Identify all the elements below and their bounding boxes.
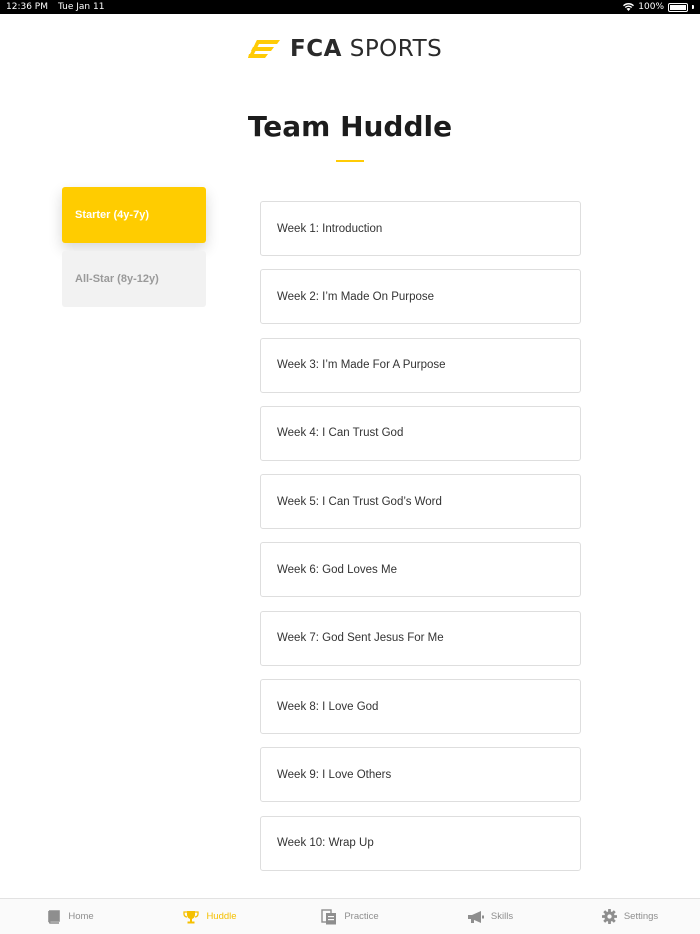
week-item-2[interactable]: Week 2: I’m Made On Purpose bbox=[260, 269, 581, 325]
week-item-9[interactable]: Week 9: I Love Others bbox=[260, 747, 581, 803]
tab-home[interactable]: Home bbox=[0, 899, 140, 934]
clipboard-icon bbox=[321, 908, 337, 924]
battery-tip bbox=[692, 5, 694, 9]
trophy-icon bbox=[183, 910, 200, 923]
tab-home-label: Home bbox=[68, 911, 94, 922]
week-item-7[interactable]: Week 7: God Sent Jesus For Me bbox=[260, 610, 581, 666]
gear-icon bbox=[601, 909, 617, 924]
week-item-3[interactable]: Week 3: I’m Made For A Purpose bbox=[260, 337, 581, 393]
week-item-6[interactable]: Week 6: God Loves Me bbox=[260, 542, 581, 598]
bottom-tab-bar: Home Huddle Practice Skills Settings bbox=[0, 898, 700, 934]
tab-skills[interactable]: Skills bbox=[420, 899, 560, 934]
logo-wordmark: FCA SPORTS bbox=[290, 36, 442, 62]
week-item-1[interactable]: Week 1: Introduction bbox=[260, 201, 581, 256]
fca-logo-mark-icon bbox=[248, 40, 280, 58]
fca-sports-logo: FCA SPORTS bbox=[248, 36, 442, 62]
week-item-8[interactable]: Week 8: I Love God bbox=[260, 679, 581, 735]
book-icon bbox=[48, 909, 61, 924]
tab-settings-label: Settings bbox=[623, 911, 659, 922]
megaphone-icon bbox=[467, 910, 484, 923]
tab-practice[interactable]: Practice bbox=[280, 899, 420, 934]
week-item-5[interactable]: Week 5: I Can Trust God’s Word bbox=[260, 474, 581, 530]
tab-huddle-label: Huddle bbox=[206, 911, 237, 922]
status-bar: 12:36 PM Tue Jan 11 100% bbox=[0, 0, 700, 14]
title-underline bbox=[336, 160, 364, 162]
status-date: Tue Jan 11 bbox=[58, 2, 105, 12]
status-time: 12:36 PM bbox=[6, 2, 48, 12]
week-item-10[interactable]: Week 10: Wrap Up bbox=[260, 815, 581, 871]
logo-bold-text: FCA bbox=[290, 36, 342, 62]
status-right: 100% bbox=[623, 2, 694, 12]
battery-icon bbox=[668, 2, 688, 12]
tab-skills-label: Skills bbox=[490, 911, 514, 922]
week-item-4[interactable]: Week 4: I Can Trust God bbox=[260, 405, 581, 461]
page-title: Team Huddle bbox=[247, 110, 453, 143]
logo-light-text: SPORTS bbox=[341, 36, 443, 62]
week-list: Week 1: Introduction Week 2: I’m Made On… bbox=[260, 201, 581, 884]
tab-huddle[interactable]: Huddle bbox=[140, 899, 280, 934]
battery-percent: 100% bbox=[638, 2, 664, 12]
level-tab-all-star[interactable]: All-Star (8y-12y) bbox=[62, 251, 206, 307]
level-tab-starter[interactable]: Starter (4y-7y) bbox=[62, 187, 206, 243]
wifi-icon bbox=[623, 3, 635, 11]
tab-settings[interactable]: Settings bbox=[560, 899, 700, 934]
tab-practice-label: Practice bbox=[344, 911, 379, 922]
